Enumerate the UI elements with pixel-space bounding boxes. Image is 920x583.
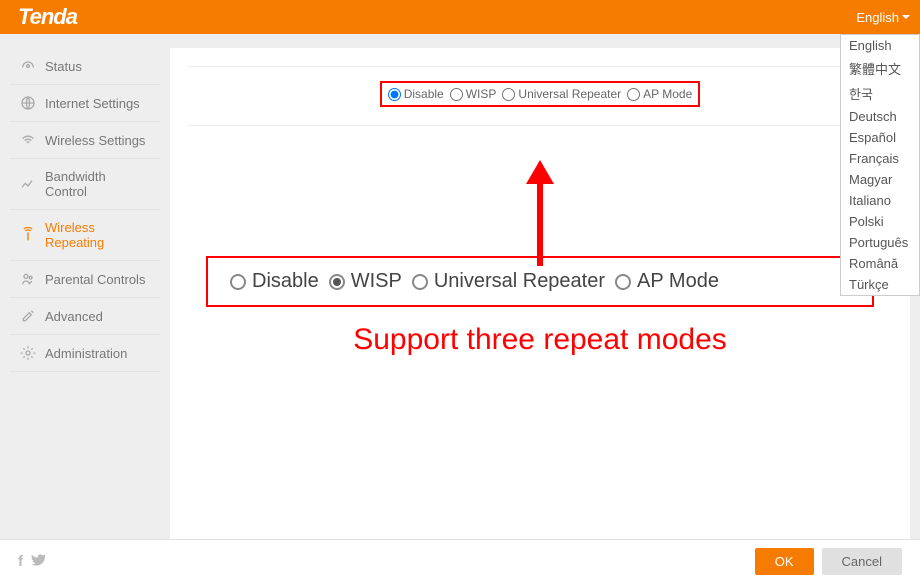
sidebar-label: Advanced — [45, 309, 103, 324]
mode-panel: Disable WISP Universal Repeater AP Mode — [188, 66, 892, 126]
language-current: English — [856, 10, 899, 25]
mode-disable[interactable]: Disable — [388, 87, 444, 101]
sidebar-label: Bandwidth Control — [45, 169, 150, 199]
social-icons: f — [18, 553, 45, 571]
sidebar-label: Administration — [45, 346, 127, 361]
sidebar-label: Wireless Repeating — [45, 220, 150, 250]
sidebar-item-internet[interactable]: Internet Settings — [10, 85, 160, 122]
antenna-icon — [20, 227, 36, 243]
annotation-text: Support three repeat modes — [188, 323, 892, 357]
tools-icon — [20, 308, 36, 324]
lang-option[interactable]: Italiano — [841, 190, 919, 211]
users-icon — [20, 271, 36, 287]
sidebar-label: Wireless Settings — [45, 133, 145, 148]
lang-option[interactable]: English — [841, 35, 919, 56]
sidebar-item-repeating[interactable]: Wireless Repeating — [10, 210, 160, 261]
gear-icon — [20, 345, 36, 361]
facebook-icon[interactable]: f — [18, 553, 23, 571]
big-radio-ap: AP Mode — [615, 270, 719, 293]
sidebar-item-advanced[interactable]: Advanced — [10, 298, 160, 335]
mode-universal[interactable]: Universal Repeater — [502, 87, 621, 101]
wifi-icon — [20, 132, 36, 148]
radio-icon — [615, 274, 631, 290]
sidebar-label: Internet Settings — [45, 96, 140, 111]
brand-logo: Tenda — [18, 4, 77, 30]
radio-icon — [230, 274, 246, 290]
sidebar-item-bandwidth[interactable]: Bandwidth Control — [10, 159, 160, 210]
language-menu[interactable]: English 繁體中文 한국 Deutsch Español Français… — [840, 34, 920, 296]
radio-universal[interactable] — [502, 88, 515, 101]
cancel-button[interactable]: Cancel — [822, 548, 902, 575]
sidebar-item-admin[interactable]: Administration — [10, 335, 160, 372]
sidebar: Status Internet Settings Wireless Settin… — [10, 48, 160, 583]
twitter-icon[interactable] — [31, 553, 45, 571]
sidebar-item-status[interactable]: Status — [10, 48, 160, 85]
main-panel: Disable WISP Universal Repeater AP Mode … — [170, 48, 910, 583]
radio-icon — [412, 274, 428, 290]
radio-disable[interactable] — [388, 88, 401, 101]
radio-wisp[interactable] — [450, 88, 463, 101]
sidebar-label: Status — [45, 59, 82, 74]
arrow-up-icon — [520, 158, 560, 268]
lang-option[interactable]: Deutsch — [841, 106, 919, 127]
mode-wisp[interactable]: WISP — [450, 87, 497, 101]
mode-radio-group: Disable WISP Universal Repeater AP Mode — [380, 81, 701, 107]
radio-selected-icon — [329, 274, 345, 290]
sidebar-label: Parental Controls — [45, 272, 145, 287]
annotation-radio-box: Disable WISP Universal Repeater AP Mode — [206, 256, 874, 307]
lang-option[interactable]: Magyar — [841, 169, 919, 190]
sidebar-item-wireless[interactable]: Wireless Settings — [10, 122, 160, 159]
chart-line-icon — [20, 176, 36, 192]
globe-icon — [20, 95, 36, 111]
ok-button[interactable]: OK — [755, 548, 814, 575]
lang-option[interactable]: Español — [841, 127, 919, 148]
big-radio-universal: Universal Repeater — [412, 270, 605, 293]
lang-option[interactable]: Türkçe — [841, 274, 919, 295]
lang-option[interactable]: Français — [841, 148, 919, 169]
lang-option[interactable]: Polski — [841, 211, 919, 232]
language-selector[interactable]: English — [856, 10, 910, 25]
gauge-icon — [20, 58, 36, 74]
big-radio-disable: Disable — [230, 270, 319, 293]
lang-option[interactable]: 한국 — [841, 81, 919, 106]
lang-option[interactable]: Português — [841, 232, 919, 253]
caret-down-icon — [902, 15, 910, 19]
lang-option[interactable]: Română — [841, 253, 919, 274]
lang-option[interactable]: 繁體中文 — [841, 56, 919, 81]
top-bar: Tenda English — [0, 0, 920, 34]
sidebar-item-parental[interactable]: Parental Controls — [10, 261, 160, 298]
radio-ap[interactable] — [627, 88, 640, 101]
big-radio-wisp: WISP — [329, 270, 402, 293]
mode-ap[interactable]: AP Mode — [627, 87, 692, 101]
footer-bar: f OK Cancel — [0, 539, 920, 583]
